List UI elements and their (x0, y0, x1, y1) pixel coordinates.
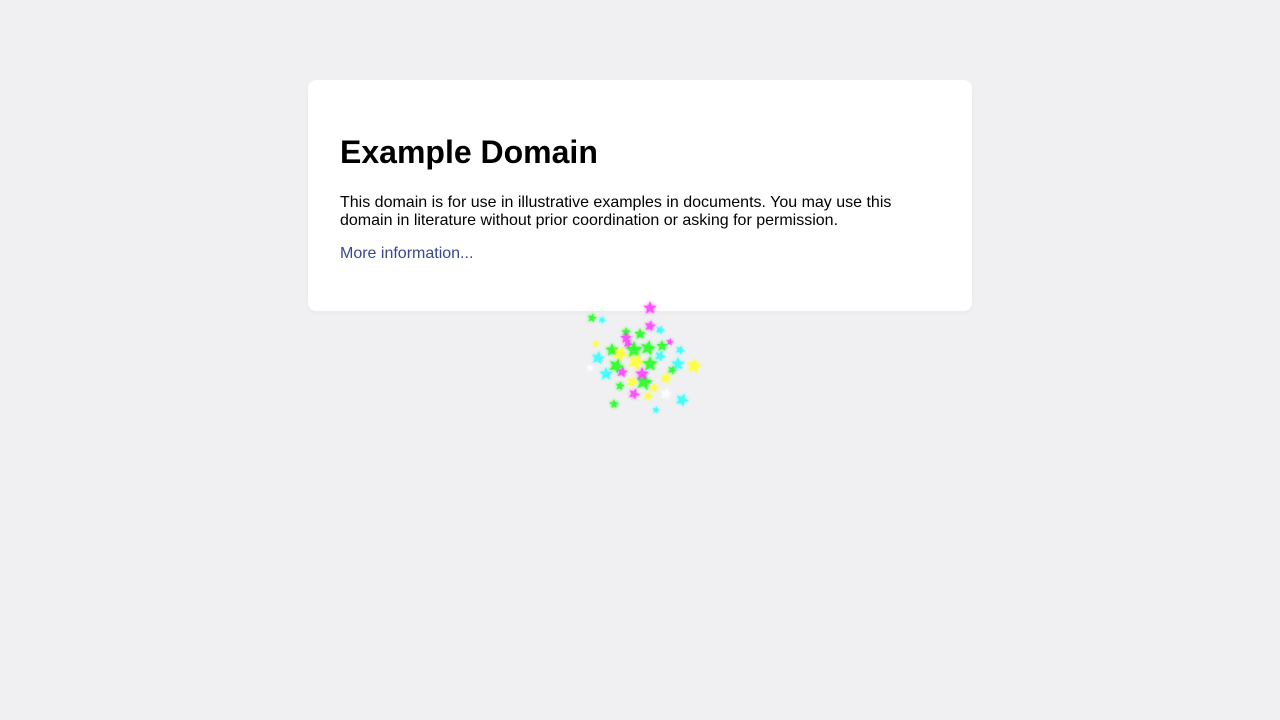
sparkle-star-icon (655, 325, 665, 335)
sparkle-star-icon (587, 313, 597, 323)
sparkle-star-icon (592, 340, 600, 348)
sparkle-star-icon (649, 383, 659, 392)
page-description: This domain is for use in illustrative e… (340, 194, 892, 229)
sparkle-star-icon (687, 358, 702, 374)
sparkle-star-icon (643, 301, 657, 314)
sparkle-star-icon (652, 406, 660, 414)
content-card: Example Domain This domain is for use in… (308, 80, 972, 311)
sparkle-star-icon (675, 345, 685, 355)
sparkle-star-icon (626, 376, 638, 388)
sparkle-star-icon (654, 350, 666, 362)
more-information-link[interactable]: More information... (340, 244, 473, 264)
sparkle-star-icon (642, 356, 658, 371)
sparkle-star-icon (643, 391, 653, 401)
sparkle-star-icon (676, 393, 689, 407)
sparkle-burst-icon (586, 301, 702, 414)
sparkle-star-icon (656, 340, 668, 351)
sparkle-star-icon (666, 338, 674, 346)
sparkle-star-icon (660, 388, 672, 400)
sparkle-star-icon (586, 364, 594, 372)
sparkle-star-icon (615, 381, 625, 391)
sparkle-star-icon (628, 353, 645, 371)
sparkle-star-icon (644, 320, 656, 332)
sparkle-star-icon (634, 328, 646, 339)
sparkle-star-icon (598, 316, 606, 324)
sparkle-star-icon (620, 332, 632, 343)
page-title: Example Domain (340, 134, 598, 170)
sparkle-star-icon (628, 388, 640, 400)
sparkle-star-icon (641, 340, 656, 356)
sparkle-star-icon (660, 372, 672, 384)
sparkle-star-icon (609, 399, 619, 408)
sparkle-star-icon (591, 351, 605, 365)
